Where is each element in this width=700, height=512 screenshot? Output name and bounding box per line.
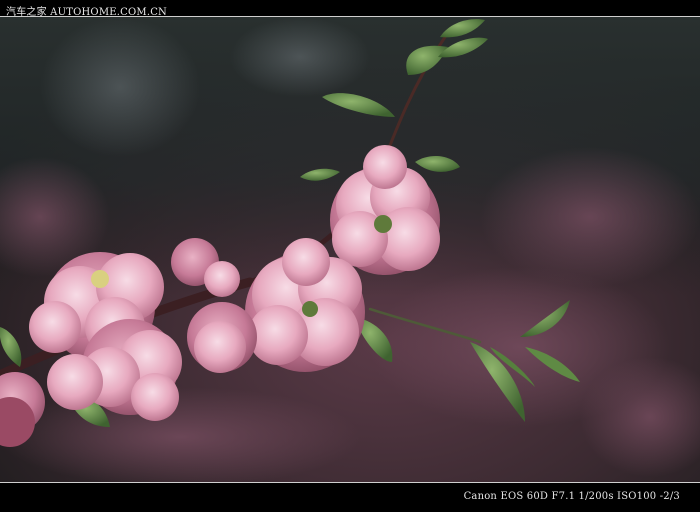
top-bar: 汽车之家 AUTOHOME.COM.CN — [0, 0, 700, 18]
blossom-photo-illustration — [0, 17, 700, 482]
exif-caption: Canon EOS 60D F7.1 1/200s ISO100 -2/3 — [463, 491, 680, 502]
photo — [0, 17, 700, 482]
bottom-bar: Canon EOS 60D F7.1 1/200s ISO100 -2/3 — [0, 483, 700, 512]
